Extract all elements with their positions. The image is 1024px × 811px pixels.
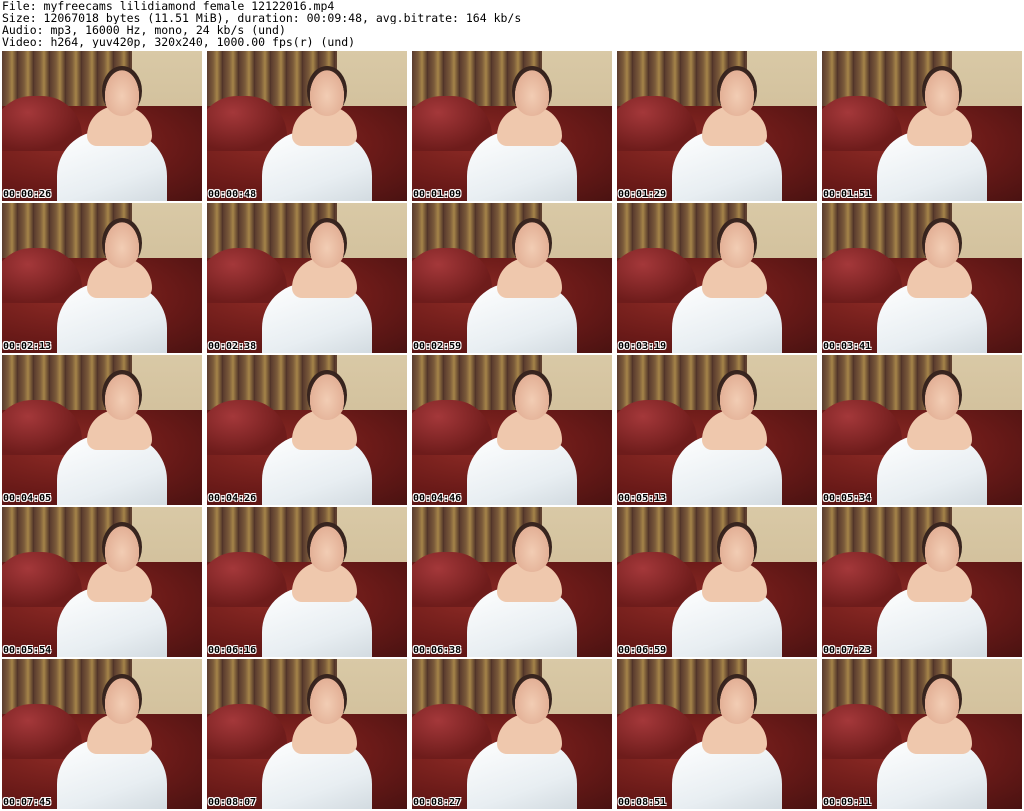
thumbnail-timestamp: 00:02:59 (413, 341, 462, 352)
video-thumbnail: 00:07:45 (2, 659, 202, 809)
thumbnail-timestamp: 00:06:59 (618, 645, 667, 656)
thumbnail-timestamp: 00:02:38 (208, 341, 257, 352)
thumbnail-timestamp: 00:00:26 (3, 189, 52, 200)
video-thumbnail: 00:05:54 (2, 507, 202, 657)
thumbnail-timestamp: 00:01:51 (823, 189, 872, 200)
thumbnail-head (102, 674, 142, 724)
thumbnail-timestamp: 00:07:23 (823, 645, 872, 656)
video-thumbnail: 00:02:13 (2, 203, 202, 353)
thumbnail-grid: 00:00:26 00:00:48 00:01:09 00:01:29 00:01:51… (2, 51, 1023, 811)
video-thumbnail: 00:05:34 (822, 355, 1022, 505)
thumbnail-timestamp: 00:05:34 (823, 493, 872, 504)
thumbnail-head (512, 370, 552, 420)
thumbnail-head (717, 674, 757, 724)
video-thumbnail: 00:04:46 (412, 355, 612, 505)
video-thumbnail: 00:04:05 (2, 355, 202, 505)
video-thumbnail: 00:08:27 (412, 659, 612, 809)
thumbnail-timestamp: 00:00:48 (208, 189, 257, 200)
video-thumbnail: 00:05:13 (617, 355, 817, 505)
thumbnail-head (512, 674, 552, 724)
thumbnail-head (717, 218, 757, 268)
thumbnail-timestamp: 00:01:09 (413, 189, 462, 200)
video-thumbnail: 00:00:26 (2, 51, 202, 201)
thumbnail-head (307, 66, 347, 116)
video-thumbnail: 00:03:41 (822, 203, 1022, 353)
thumbnail-head (717, 522, 757, 572)
thumbnail-head (512, 66, 552, 116)
thumbnail-timestamp: 00:05:54 (3, 645, 52, 656)
thumbnail-head (307, 218, 347, 268)
thumbnail-timestamp: 00:06:16 (208, 645, 257, 656)
thumbnail-head (922, 522, 962, 572)
video-thumbnail: 00:01:51 (822, 51, 1022, 201)
video-thumbnail: 00:03:19 (617, 203, 817, 353)
video-thumbnail: 00:06:59 (617, 507, 817, 657)
video-info-line: Video: h264, yuv420p, 320x240, 1000.00 f… (2, 36, 356, 48)
thumbnail-head (102, 66, 142, 116)
thumbnail-timestamp: 00:01:29 (618, 189, 667, 200)
thumbnail-head (922, 370, 962, 420)
video-thumbnail: 00:06:38 (412, 507, 612, 657)
video-thumbnail: 00:02:38 (207, 203, 407, 353)
video-thumbnail: 00:01:09 (412, 51, 612, 201)
thumbnail-timestamp: 00:03:19 (618, 341, 667, 352)
thumbnail-head (307, 674, 347, 724)
thumbnail-head (717, 66, 757, 116)
thumbnail-head (102, 218, 142, 268)
video-thumbnail: 00:04:26 (207, 355, 407, 505)
thumbnail-timestamp: 00:04:05 (3, 493, 52, 504)
thumbnail-timestamp: 00:04:46 (413, 493, 462, 504)
thumbnail-head (922, 218, 962, 268)
thumbnail-timestamp: 00:05:13 (618, 493, 667, 504)
thumbnail-head (512, 218, 552, 268)
video-thumbnail: 00:02:59 (412, 203, 612, 353)
file-size-line: Size: 12067018 bytes (11.51 MiB), durati… (2, 12, 522, 24)
file-name-line: File: myfreecams_lilidiamond_female_1212… (2, 0, 335, 12)
thumbnail-timestamp: 00:08:07 (208, 797, 257, 808)
thumbnail-timestamp: 00:09:11 (823, 797, 872, 808)
video-thumbnail: 00:07:23 (822, 507, 1022, 657)
thumbnail-head (307, 370, 347, 420)
thumbnail-head (512, 522, 552, 572)
thumbnail-timestamp: 00:02:13 (3, 341, 52, 352)
video-thumbnail: 00:00:48 (207, 51, 407, 201)
thumbnail-head (102, 370, 142, 420)
video-thumbnail: 00:09:11 (822, 659, 1022, 809)
file-info-header: File: myfreecams_lilidiamond_female_1212… (2, 0, 1022, 50)
audio-info-line: Audio: mp3, 16000 Hz, mono, 24 kb/s (und… (2, 24, 286, 36)
thumbnail-head (922, 674, 962, 724)
thumbnail-timestamp: 00:04:26 (208, 493, 257, 504)
thumbnail-timestamp: 00:07:45 (3, 797, 52, 808)
video-thumbnail: 00:01:29 (617, 51, 817, 201)
thumbnail-head (102, 522, 142, 572)
thumbnail-timestamp: 00:08:51 (618, 797, 667, 808)
thumbnail-timestamp: 00:06:38 (413, 645, 462, 656)
thumbnail-timestamp: 00:08:27 (413, 797, 462, 808)
thumbnail-head (307, 522, 347, 572)
thumbnail-timestamp: 00:03:41 (823, 341, 872, 352)
video-thumbnail: 00:08:07 (207, 659, 407, 809)
thumbnail-head (922, 66, 962, 116)
video-thumbnail: 00:06:16 (207, 507, 407, 657)
thumbnail-head (717, 370, 757, 420)
video-thumbnail: 00:08:51 (617, 659, 817, 809)
